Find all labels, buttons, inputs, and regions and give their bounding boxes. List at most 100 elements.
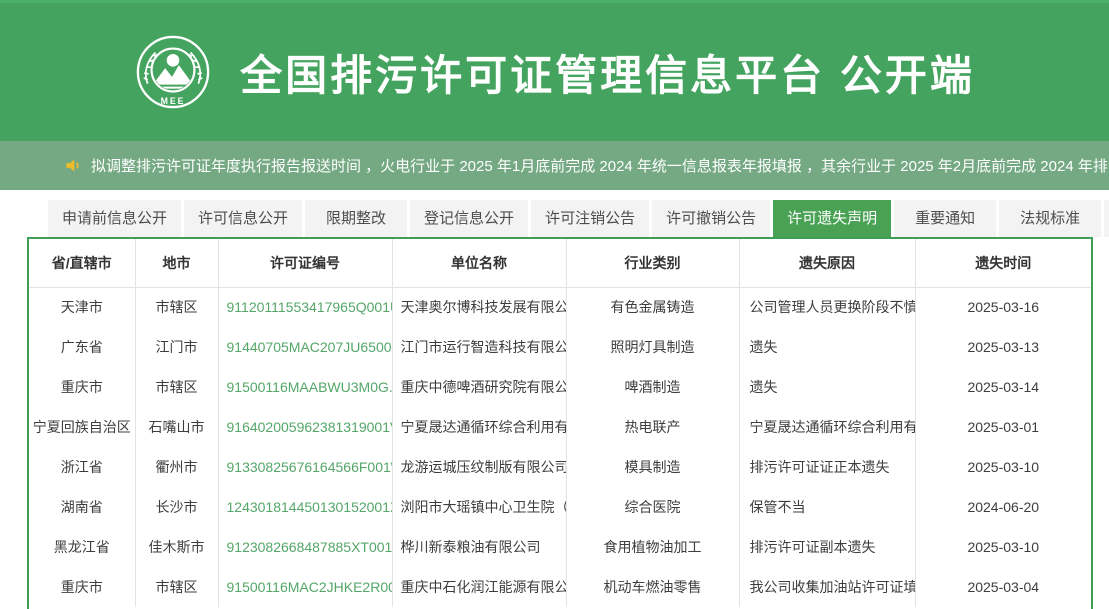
cell-permit-no: 9123082668487885XT001X <box>218 527 392 567</box>
loss-declaration-panel: 省/直辖市 地市 许可证编号 单位名称 行业类别 遗失原因 遗失时间 天津市 市… <box>27 237 1093 609</box>
loss-declaration-table: 省/直辖市 地市 许可证编号 单位名称 行业类别 遗失原因 遗失时间 天津市 市… <box>29 239 1091 607</box>
cell-date: 2025-03-16 <box>915 287 1091 327</box>
cell-province: 广东省 <box>29 327 135 367</box>
cell-province: 湖南省 <box>29 487 135 527</box>
cell-company: 宁夏晟达通循环综合利用有... <box>392 407 566 447</box>
cell-company: 浏阳市大瑶镇中心卫生院（... <box>392 487 566 527</box>
logo-mee-text: MEE <box>161 96 186 106</box>
cell-date: 2025-03-14 <box>915 367 1091 407</box>
cell-permit-no: 916402005962381319001V <box>218 407 392 447</box>
col-header-province: 省/直辖市 <box>29 239 135 287</box>
table-row: 湖南省 长沙市 124301814450130152001X 浏阳市大瑶镇中心卫… <box>29 487 1091 527</box>
cell-province: 宁夏回族自治区 <box>29 407 135 447</box>
col-header-reason: 遗失原因 <box>739 239 915 287</box>
tab-cancellation-notice[interactable]: 许可注销公告 <box>531 200 649 237</box>
cell-reason: 遗失 <box>739 327 915 367</box>
col-header-industry: 行业类别 <box>566 239 739 287</box>
cell-company: 桦川新泰粮油有限公司 <box>392 527 566 567</box>
table-body: 天津市 市辖区 91120111553417965Q001U 天津奥尔博科技发展… <box>29 287 1091 607</box>
cell-reason: 我公司收集加油站许可证填... <box>739 567 915 607</box>
col-header-city: 地市 <box>135 239 218 287</box>
cell-date: 2024-06-20 <box>915 487 1091 527</box>
permit-number-link[interactable]: 124301814450130152001X <box>227 499 393 515</box>
tab-loss-declaration[interactable]: 许可遗失声明 <box>773 200 891 237</box>
cell-date: 2025-03-13 <box>915 327 1091 367</box>
cell-permit-no: 91500116MAABWU3M0G... <box>218 367 392 407</box>
cell-city: 市辖区 <box>135 367 218 407</box>
cell-city: 市辖区 <box>135 287 218 327</box>
table-row: 宁夏回族自治区 石嘴山市 916402005962381319001V 宁夏晟达… <box>29 407 1091 447</box>
col-header-date: 遗失时间 <box>915 239 1091 287</box>
permit-number-link[interactable]: 91500116MAABWU3M0G... <box>227 379 393 395</box>
cell-city: 衢州市 <box>135 447 218 487</box>
announcement-text[interactable]: 拟调整排污许可证年度执行报告报送时间 ，火电行业于 2025 年1月底前完成 2… <box>91 155 1109 176</box>
page-title: 全国排污许可证管理信息平台 公开端 <box>240 42 975 103</box>
tab-rectification[interactable]: 限期整改 <box>305 200 407 237</box>
cell-province: 重庆市 <box>29 367 135 407</box>
table-header-row: 省/直辖市 地市 许可证编号 单位名称 行业类别 遗失原因 遗失时间 <box>29 239 1091 287</box>
cell-reason: 排污许可证证正本遗失 <box>739 447 915 487</box>
speaker-icon <box>64 156 83 175</box>
cell-city: 市辖区 <box>135 567 218 607</box>
cell-city: 江门市 <box>135 327 218 367</box>
cell-industry: 有色金属铸造 <box>566 287 739 327</box>
table-row: 重庆市 市辖区 91500116MAC2JHKE2R00... 重庆中石化润江能… <box>29 567 1091 607</box>
announcement-bar: 拟调整排污许可证年度执行报告报送时间 ，火电行业于 2025 年1月底前完成 2… <box>0 141 1109 190</box>
permit-number-link[interactable]: 916402005962381319001V <box>227 419 393 435</box>
cell-company: 重庆中石化润江能源有限公... <box>392 567 566 607</box>
cell-industry: 热电联产 <box>566 407 739 447</box>
tab-permit-info[interactable]: 许可信息公开 <box>184 200 302 237</box>
cell-industry: 机动车燃油零售 <box>566 567 739 607</box>
cell-permit-no: 91330825676164566F001W <box>218 447 392 487</box>
cell-permit-no: 91500116MAC2JHKE2R00... <box>218 567 392 607</box>
permit-number-link[interactable]: 91440705MAC207JU65001U <box>227 339 393 355</box>
cell-industry: 啤酒制造 <box>566 367 739 407</box>
cell-industry: 模具制造 <box>566 447 739 487</box>
cell-company: 龙游运城压纹制版有限公司 <box>392 447 566 487</box>
tab-pre-application-info[interactable]: 申请前信息公开 <box>48 200 181 237</box>
cell-date: 2025-03-10 <box>915 447 1091 487</box>
col-header-permit-no: 许可证编号 <box>218 239 392 287</box>
main-nav: 申请前信息公开 许可信息公开 限期整改 登记信息公开 许可注销公告 许可撤销公告… <box>0 190 1109 237</box>
table-row: 重庆市 市辖区 91500116MAABWU3M0G... 重庆中德啤酒研究院有… <box>29 367 1091 407</box>
cell-province: 浙江省 <box>29 447 135 487</box>
cell-date: 2025-03-10 <box>915 527 1091 567</box>
permit-number-link[interactable]: 91330825676164566F001W <box>227 459 393 475</box>
cell-province: 重庆市 <box>29 567 135 607</box>
tab-important-notice[interactable]: 重要通知 <box>894 200 996 237</box>
cell-permit-no: 124301814450130152001X <box>218 487 392 527</box>
cell-company: 江门市运行智造科技有限公司 <box>392 327 566 367</box>
mee-logo-icon: MEE <box>134 33 212 111</box>
cell-reason: 遗失 <box>739 367 915 407</box>
table-row: 广东省 江门市 91440705MAC207JU65001U 江门市运行智造科技… <box>29 327 1091 367</box>
permit-number-link[interactable]: 9123082668487885XT001X <box>227 539 393 555</box>
table-row: 黑龙江省 佳木斯市 9123082668487885XT001X 桦川新泰粮油有… <box>29 527 1091 567</box>
cell-city: 石嘴山市 <box>135 407 218 447</box>
cell-reason: 排污许可证副本遗失 <box>739 527 915 567</box>
cell-province: 黑龙江省 <box>29 527 135 567</box>
cell-province: 天津市 <box>29 287 135 327</box>
permit-number-link[interactable]: 91120111553417965Q001U <box>227 299 393 315</box>
col-header-company: 单位名称 <box>392 239 566 287</box>
cell-date: 2025-03-04 <box>915 567 1091 607</box>
cell-reason: 保管不当 <box>739 487 915 527</box>
permit-number-link[interactable]: 91500116MAC2JHKE2R00... <box>227 579 393 595</box>
tab-online-declaration[interactable]: 网上申报 <box>1104 200 1109 237</box>
tab-revocation-notice[interactable]: 许可撤销公告 <box>652 200 770 237</box>
table-row: 天津市 市辖区 91120111553417965Q001U 天津奥尔博科技发展… <box>29 287 1091 327</box>
cell-reason: 宁夏晟达通循环综合利用有... <box>739 407 915 447</box>
cell-city: 长沙市 <box>135 487 218 527</box>
cell-permit-no: 91440705MAC207JU65001U <box>218 327 392 367</box>
tab-registration-info[interactable]: 登记信息公开 <box>410 200 528 237</box>
cell-industry: 食用植物油加工 <box>566 527 739 567</box>
site-header: MEE 全国排污许可证管理信息平台 公开端 <box>0 0 1109 141</box>
cell-permit-no: 91120111553417965Q001U <box>218 287 392 327</box>
cell-date: 2025-03-01 <box>915 407 1091 447</box>
cell-industry: 照明灯具制造 <box>566 327 739 367</box>
cell-industry: 综合医院 <box>566 487 739 527</box>
cell-reason: 公司管理人员更换阶段不慎... <box>739 287 915 327</box>
cell-company: 重庆中德啤酒研究院有限公司 <box>392 367 566 407</box>
table-row: 浙江省 衢州市 91330825676164566F001W 龙游运城压纹制版有… <box>29 447 1091 487</box>
tab-regulations[interactable]: 法规标准 <box>999 200 1101 237</box>
cell-city: 佳木斯市 <box>135 527 218 567</box>
